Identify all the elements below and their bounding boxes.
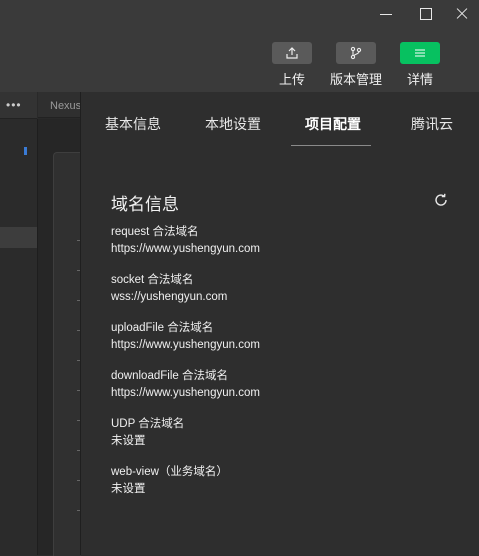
domain-value: 未设置 (111, 435, 146, 447)
section-title: 域名信息 (111, 195, 179, 214)
domain-item: socket 合法域名 wss://yushengyun.com (111, 272, 227, 306)
file-tree[interactable] (0, 119, 38, 555)
detail-button[interactable] (400, 42, 440, 64)
branch-icon (350, 46, 362, 60)
version-button[interactable] (336, 42, 376, 64)
minimize-button[interactable] (376, 4, 396, 24)
tab-local-settings[interactable]: 本地设置 (205, 114, 261, 134)
domain-key: socket 合法域名 (111, 274, 194, 286)
active-tab-indicator (291, 145, 371, 146)
domain-value: https://www.yushengyun.com (111, 339, 260, 351)
domain-key: request 合法域名 (111, 226, 199, 238)
domain-item: uploadFile 合法域名 https://www.yushengyun.c… (111, 320, 260, 354)
details-panel: 基本信息 本地设置 项目配置 腾讯云 域名信息 request 合法域名 htt… (80, 92, 479, 555)
version-label: 版本管理 (329, 72, 382, 87)
file-tree-selected-row[interactable] (0, 227, 37, 248)
domain-value: 未设置 (111, 483, 146, 495)
tab-project-config[interactable]: 项目配置 (305, 114, 361, 134)
more-icon: ••• (6, 98, 22, 112)
domain-value: https://www.yushengyun.com (111, 387, 260, 399)
close-button[interactable] (452, 4, 472, 24)
scroll-marker (24, 147, 27, 155)
upload-icon (286, 47, 298, 59)
more-tab[interactable]: ••• (0, 92, 37, 119)
domain-item: UDP 合法域名 未设置 (111, 416, 184, 450)
version-tool[interactable]: 版本管理 (328, 42, 384, 88)
maximize-button[interactable] (416, 4, 436, 24)
menu-icon (415, 49, 425, 57)
domain-value: wss://yushengyun.com (111, 291, 228, 303)
details-tabs: 基本信息 本地设置 项目配置 腾讯云 (81, 92, 479, 148)
upload-label: 上传 (278, 72, 305, 87)
upload-button[interactable] (272, 42, 312, 64)
detail-label: 详情 (406, 72, 433, 87)
domain-value: https://www.yushengyun.com (111, 243, 260, 255)
domain-key: UDP 合法域名 (111, 418, 185, 430)
domain-item: web-view（业务域名） 未设置 (111, 464, 228, 498)
tab-basic-info[interactable]: 基本信息 (105, 114, 161, 134)
refresh-icon[interactable] (433, 192, 449, 208)
tab-tencent-cloud[interactable]: 腾讯云 (411, 114, 453, 134)
domain-key: uploadFile 合法域名 (111, 322, 214, 334)
domain-item: downloadFile 合法域名 https://www.yushengyun… (111, 368, 260, 402)
editor-tab[interactable]: Nexus (38, 92, 80, 118)
detail-tool[interactable]: 详情 (397, 42, 443, 88)
editor-pane[interactable] (53, 152, 81, 556)
upload-tool[interactable]: 上传 (270, 42, 314, 88)
domain-key: web-view（业务域名） (111, 466, 228, 478)
title-bar: 上传 版本管理 详情 (0, 0, 479, 92)
domain-key: downloadFile 合法域名 (111, 370, 228, 382)
domain-item: request 合法域名 https://www.yushengyun.com (111, 224, 260, 258)
